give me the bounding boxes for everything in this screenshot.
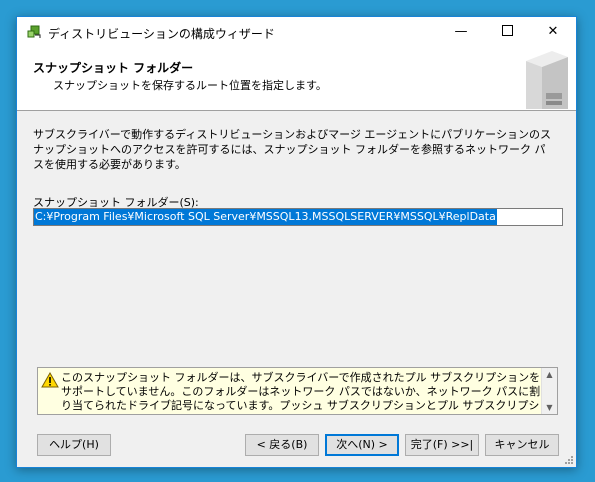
minimize-icon: — <box>454 24 468 39</box>
maximize-icon <box>501 25 513 36</box>
wizard-window: ディストリビューションの構成ウィザード — ✕ スナップショット フォルダー ス… <box>16 16 577 468</box>
app-icon <box>27 25 41 38</box>
next-button[interactable]: 次へ(N) > <box>325 434 399 456</box>
scroll-up-icon[interactable]: ▲ <box>542 370 557 379</box>
snapshot-folder-value: C:¥Program Files¥Microsoft SQL Server¥MS… <box>34 209 497 225</box>
warning-scrollbar[interactable]: ▲ ▼ <box>541 368 557 414</box>
resize-grip-icon[interactable] <box>564 455 574 465</box>
server-icon <box>526 51 568 109</box>
cancel-button[interactable]: キャンセル <box>485 434 559 456</box>
close-button[interactable]: ✕ <box>530 17 576 47</box>
wizard-header: スナップショット フォルダー スナップショットを保存するルート位置を指定します。 <box>17 47 576 111</box>
finish-button[interactable]: 完了(F) >>| <box>405 434 479 456</box>
minimize-button[interactable]: — <box>438 17 484 47</box>
help-button[interactable]: ヘルプ(H) <box>37 434 111 456</box>
page-subtitle: スナップショットを保存するルート位置を指定します。 <box>53 79 327 92</box>
warning-text: このスナップショット フォルダーは、サブスクライバーで作成されたプル サブスクリ… <box>61 371 541 412</box>
description-text: サブスクライバーで動作するディストリビューションおよびマージ エージェントにパブ… <box>33 128 551 171</box>
window-title: ディストリビューションの構成ウィザード <box>48 27 275 41</box>
warning-icon <box>41 372 59 388</box>
back-button[interactable]: < 戻る(B) <box>245 434 319 456</box>
snapshot-folder-input[interactable]: C:¥Program Files¥Microsoft SQL Server¥MS… <box>33 208 563 226</box>
warning-box: このスナップショット フォルダーは、サブスクライバーで作成されたプル サブスクリ… <box>37 367 558 415</box>
page-title: スナップショット フォルダー <box>33 61 194 75</box>
maximize-button[interactable] <box>484 17 530 47</box>
scroll-down-icon[interactable]: ▼ <box>542 403 557 412</box>
close-icon: ✕ <box>547 24 559 39</box>
title-bar[interactable]: ディストリビューションの構成ウィザード — ✕ <box>17 17 576 47</box>
